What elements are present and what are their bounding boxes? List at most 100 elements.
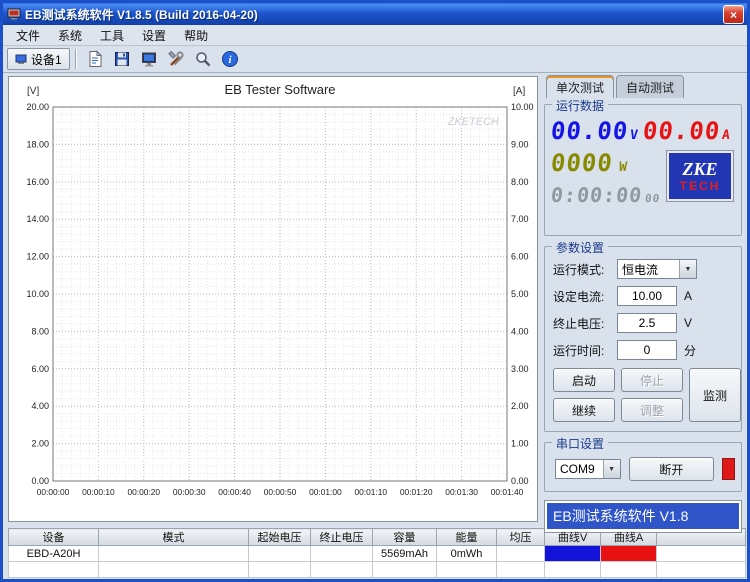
monitor-view-button[interactable]	[136, 46, 163, 72]
main-area: EB Tester Software[V][A]ZKETECH20.0010.0…	[3, 73, 747, 525]
power-timer-row: 0000 W 0:00:00 00 ZKE TECH	[551, 151, 735, 205]
run-time-unit: 分	[684, 342, 696, 359]
cell-mode	[99, 546, 249, 562]
info-icon: i	[221, 50, 239, 68]
toolbar-separator	[75, 49, 77, 69]
info-list-item[interactable]: EB测试系统软件 V1.8	[547, 503, 739, 529]
device-table: 设备 模式 起始电压 终止电压 容量 能量 均压 曲线V 曲线A EBD-A20…	[3, 525, 747, 582]
svg-text:6.00: 6.00	[511, 252, 529, 262]
com-port-select[interactable]: COM9 ▼	[555, 459, 621, 479]
logo-text-tech: TECH	[680, 180, 721, 192]
svg-text:00:00:40: 00:00:40	[218, 487, 251, 497]
svg-text:7.00: 7.00	[511, 214, 529, 224]
cell-end-voltage	[311, 546, 373, 562]
cell-energy: 0mWh	[437, 546, 497, 562]
disconnect-button[interactable]: 断开	[629, 457, 714, 481]
zoom-button[interactable]	[190, 46, 217, 72]
voltage-current-row: 00.00 V 00.00 A	[551, 119, 735, 143]
svg-text:00:01:40: 00:01:40	[491, 487, 524, 497]
svg-text:8.00: 8.00	[31, 326, 49, 336]
cell-capacity: 5569mAh	[373, 546, 437, 562]
curve-v-cell	[545, 546, 601, 562]
col-capacity: 容量	[373, 529, 437, 546]
power-unit: W	[619, 161, 629, 174]
menu-system[interactable]: 系统	[49, 25, 91, 46]
monitor-icon	[140, 50, 158, 68]
table-row-empty[interactable]	[9, 562, 746, 578]
control-buttons: 启动 停止 监测 继续 调整	[553, 368, 735, 422]
stop-voltage-input[interactable]	[617, 313, 677, 333]
open-report-button[interactable]	[82, 46, 109, 72]
power-display: 0000	[550, 151, 614, 175]
svg-text:3.00: 3.00	[511, 364, 529, 374]
set-current-input[interactable]	[617, 286, 677, 306]
cell-device: EBD-A20H	[9, 546, 99, 562]
toolbar: 设备1	[3, 46, 747, 73]
run-time-input[interactable]	[617, 340, 677, 360]
save-button[interactable]	[109, 46, 136, 72]
continue-button[interactable]: 继续	[553, 398, 615, 422]
menu-settings[interactable]: 设置	[133, 25, 175, 46]
app-icon	[7, 7, 21, 21]
svg-text:5.00: 5.00	[511, 289, 529, 299]
chevron-down-icon[interactable]: ▼	[679, 260, 696, 278]
tab-single-test[interactable]: 单次测试	[546, 75, 614, 98]
svg-text:00:00:20: 00:00:20	[127, 487, 160, 497]
run-mode-value: 恒电流	[618, 261, 679, 278]
svg-text:00:01:00: 00:01:00	[309, 487, 342, 497]
stop-button[interactable]: 停止	[621, 368, 683, 392]
adjust-button[interactable]: 调整	[621, 398, 683, 422]
svg-text:8.00: 8.00	[511, 177, 529, 187]
cell-start-voltage	[249, 546, 311, 562]
app-window: EB测试系统软件 V1.8.5 (Build 2016-04-20) × 文件 …	[0, 0, 750, 582]
tools-icon	[167, 50, 185, 68]
parameter-group-label: 参数设置	[552, 239, 608, 256]
current-display: 00.00	[642, 119, 722, 143]
about-button[interactable]: i	[217, 46, 244, 72]
svg-text:16.00: 16.00	[26, 177, 49, 187]
menu-help[interactable]: 帮助	[175, 25, 217, 46]
stop-voltage-label: 终止电压:	[553, 315, 617, 332]
curve-a-cell	[601, 546, 657, 562]
menu-tools[interactable]: 工具	[91, 25, 133, 46]
menu-file[interactable]: 文件	[7, 25, 49, 46]
svg-text:00:01:20: 00:01:20	[400, 487, 433, 497]
tools-button[interactable]	[163, 46, 190, 72]
logo-text-zke: ZKE	[682, 160, 717, 178]
svg-text:10.00: 10.00	[511, 102, 534, 112]
device-icon	[15, 53, 27, 65]
table-row[interactable]: EBD-A20H 5569mAh 0mWh	[9, 546, 746, 562]
col-avg-voltage: 均压	[497, 529, 545, 546]
col-mode: 模式	[99, 529, 249, 546]
monitor-button[interactable]: 监测	[689, 368, 741, 422]
svg-text:EB Tester Software: EB Tester Software	[224, 82, 335, 97]
svg-text:00:01:30: 00:01:30	[445, 487, 478, 497]
cell-filler	[657, 546, 746, 562]
svg-text:14.00: 14.00	[26, 214, 49, 224]
menubar: 文件 系统 工具 设置 帮助	[3, 25, 747, 46]
parameter-group: 参数设置 运行模式: 恒电流 ▼ 设定电流: A 终止电压: V	[544, 246, 742, 432]
close-button[interactable]: ×	[723, 5, 744, 24]
svg-text:4.00: 4.00	[31, 401, 49, 411]
current-unit: A	[722, 129, 732, 142]
col-start-voltage: 起始电压	[249, 529, 311, 546]
test-tabs: 单次测试 自动测试	[544, 77, 742, 98]
run-mode-select[interactable]: 恒电流 ▼	[617, 259, 697, 279]
tab-auto-test[interactable]: 自动测试	[616, 75, 684, 98]
svg-text:2.00: 2.00	[511, 401, 529, 411]
start-button[interactable]: 启动	[553, 368, 615, 392]
chevron-down-icon[interactable]: ▼	[603, 460, 620, 478]
zoom-icon	[194, 50, 212, 68]
voltage-display: 00.00	[550, 119, 630, 143]
svg-text:18.00: 18.00	[26, 139, 49, 149]
svg-text:9.00: 9.00	[511, 139, 529, 149]
svg-text:4.00: 4.00	[511, 326, 529, 336]
svg-text:[A]: [A]	[513, 86, 525, 97]
device-button[interactable]: 设备1	[7, 48, 70, 70]
zketech-logo: ZKE TECH	[667, 151, 733, 201]
svg-text:20.00: 20.00	[26, 102, 49, 112]
run-data-group-label: 运行数据	[552, 97, 608, 114]
svg-text:0.00: 0.00	[31, 476, 49, 486]
run-data-group: 运行数据 00.00 V 00.00 A 0000 W 0:00:00	[544, 104, 742, 236]
cell-avg-voltage	[497, 546, 545, 562]
